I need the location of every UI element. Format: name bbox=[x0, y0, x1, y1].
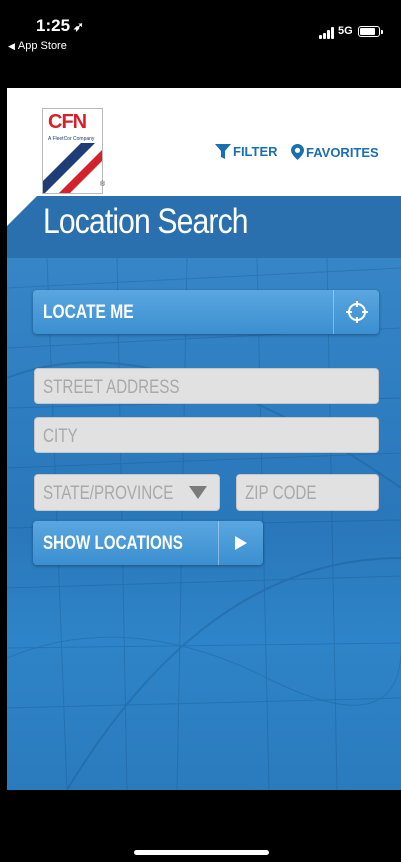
status-time-text: 1:25 bbox=[36, 16, 71, 35]
header: CFN A FleetCor Company ® FILTER FAVORITE… bbox=[7, 88, 401, 196]
signal-strength-icon bbox=[319, 27, 337, 39]
back-triangle-icon: ◀ bbox=[8, 41, 15, 51]
map-pin-icon bbox=[291, 144, 304, 160]
back-label: App Store bbox=[17, 40, 67, 52]
battery-icon bbox=[358, 26, 383, 37]
zip-code-input[interactable]: ZIP CODE bbox=[236, 474, 379, 511]
dropdown-arrow-icon bbox=[189, 486, 207, 499]
favorites-button[interactable]: FAVORITES bbox=[291, 144, 379, 160]
logo-text: CFN bbox=[48, 111, 87, 133]
street-address-input[interactable]: STREET ADDRESS bbox=[34, 368, 379, 404]
title-notch bbox=[7, 196, 37, 226]
locate-me-button[interactable]: LOCATE ME bbox=[33, 290, 379, 334]
logo-stripe-graphic bbox=[43, 143, 102, 193]
filter-icon bbox=[215, 144, 231, 159]
location-search-panel: Location Search LOCATE ME STREET ADDRESS… bbox=[7, 196, 401, 790]
favorites-label: FAVORITES bbox=[306, 144, 379, 160]
show-locations-button[interactable]: SHOW LOCATIONS bbox=[33, 521, 263, 565]
play-arrow-icon bbox=[235, 536, 247, 550]
app-screen: CFN A FleetCor Company ® FILTER FAVORITE… bbox=[7, 88, 401, 790]
cfn-logo: CFN A FleetCor Company bbox=[42, 108, 103, 194]
zip-code-placeholder: ZIP CODE bbox=[245, 483, 317, 504]
state-province-placeholder: STATE/PROVINCE bbox=[43, 483, 174, 504]
logo-registered-mark: ® bbox=[100, 181, 106, 188]
network-label: 5G bbox=[338, 25, 353, 37]
crosshair-icon bbox=[346, 301, 368, 323]
show-locations-label: SHOW LOCATIONS bbox=[43, 533, 183, 554]
back-to-app-store[interactable]: ◀ App Store bbox=[8, 40, 67, 52]
bottom-bar bbox=[0, 790, 401, 862]
city-placeholder: CITY bbox=[43, 426, 78, 447]
logo-subtitle: A FleetCor Company bbox=[48, 136, 95, 142]
page-title: Location Search bbox=[43, 202, 248, 241]
filter-label: FILTER bbox=[233, 144, 278, 159]
state-province-select[interactable]: STATE/PROVINCE bbox=[34, 474, 220, 511]
filter-button[interactable]: FILTER bbox=[215, 144, 278, 159]
status-bar: 1:25 ➶ ◀ App Store 5G bbox=[0, 0, 401, 88]
home-indicator[interactable] bbox=[134, 850, 269, 855]
locate-me-label: LOCATE ME bbox=[43, 302, 134, 323]
location-arrow-icon: ➶ bbox=[73, 19, 84, 34]
city-input[interactable]: CITY bbox=[34, 417, 379, 453]
status-time: 1:25 ➶ bbox=[36, 16, 84, 36]
street-address-placeholder: STREET ADDRESS bbox=[43, 377, 180, 398]
button-separator bbox=[333, 290, 334, 334]
button-separator bbox=[218, 521, 219, 565]
